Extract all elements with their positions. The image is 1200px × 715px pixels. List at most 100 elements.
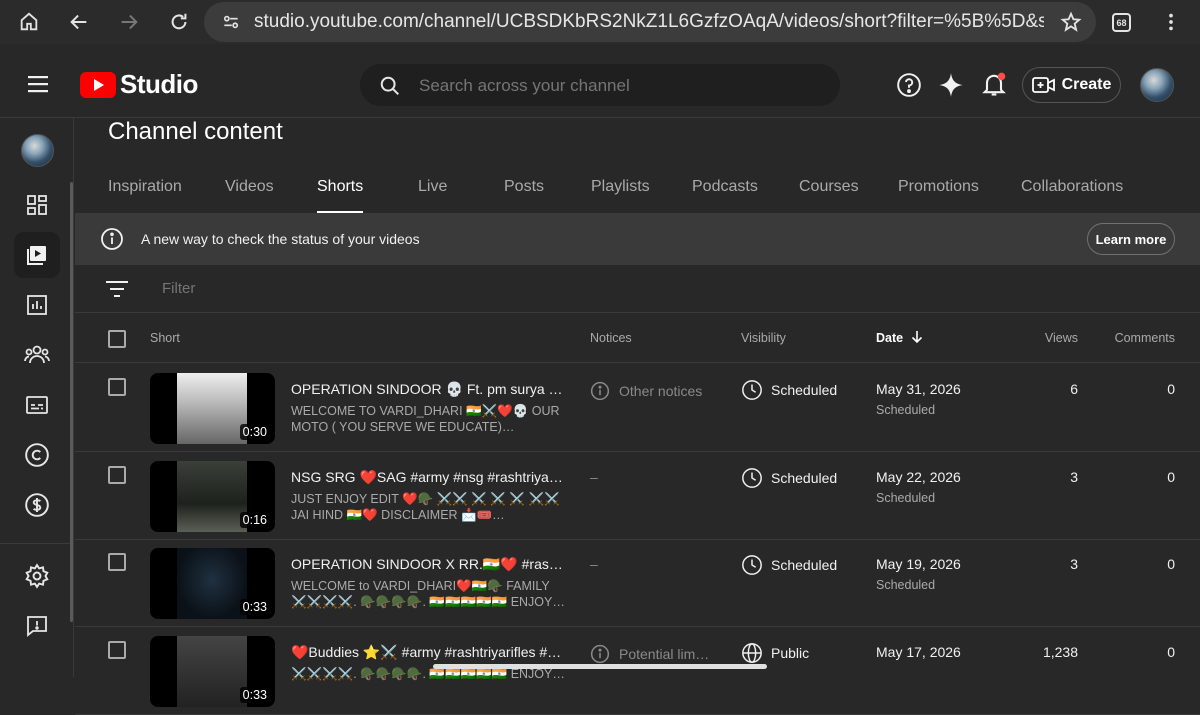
video-duration: 0:33: [239, 686, 270, 703]
menu-icon[interactable]: [28, 74, 50, 99]
video-thumbnail[interactable]: 0:33: [150, 548, 275, 619]
video-title[interactable]: OPERATION SINDOOR 💀 Ft. pm surya yojn…: [291, 381, 566, 398]
video-description: ⚔️⚔️⚔️⚔️. 🪖🪖🪖🪖. 🇮🇳🇮🇳🇮🇳🇮🇳🇮🇳 ENJOY…: [291, 666, 565, 681]
notice-text: Other notices: [619, 383, 703, 399]
header-date[interactable]: Date: [876, 331, 924, 345]
sidebar-item-analytics[interactable]: [14, 282, 60, 328]
back-arrow-icon[interactable]: [66, 9, 92, 35]
comments-count: 0: [1167, 556, 1175, 572]
video-title[interactable]: ❤️Buddies ⭐⚔️ #army #rashtriyarifles #…: [291, 644, 566, 661]
notice-text: –: [590, 556, 598, 572]
home-icon[interactable]: [16, 9, 42, 35]
account-avatar[interactable]: [1140, 68, 1174, 102]
analytics-icon: [27, 295, 47, 315]
tab-promotions[interactable]: Promotions: [898, 178, 979, 214]
tab-playlists[interactable]: Playlists: [591, 178, 650, 214]
header-notices: Notices: [590, 331, 632, 345]
notice-cell[interactable]: Other notices: [590, 381, 702, 401]
sidebar-item-dashboard[interactable]: [14, 182, 60, 228]
tab-inspiration[interactable]: Inspiration: [108, 178, 182, 214]
visibility-cell[interactable]: Scheduled: [741, 379, 837, 401]
filter-input[interactable]: [162, 280, 361, 297]
video-thumbnail[interactable]: 0:33: [150, 635, 275, 707]
forward-arrow-icon[interactable]: [116, 9, 142, 35]
feedback-icon: [27, 616, 47, 637]
header-comments: Comments: [1114, 331, 1175, 345]
info-icon: [590, 381, 610, 401]
sidebar-scrollbar[interactable]: [70, 182, 73, 622]
studio-header: Studio Create: [0, 52, 1200, 118]
video-thumbnail[interactable]: 0:16: [150, 460, 275, 532]
notice-cell[interactable]: –: [590, 469, 598, 485]
more-vert-icon[interactable]: [1158, 9, 1184, 35]
table-row[interactable]: 0:30 OPERATION SINDOOR 💀 Ft. pm surya yoj…: [75, 364, 1200, 452]
studio-logo[interactable]: Studio: [80, 69, 198, 100]
sidebar: [0, 118, 74, 677]
sidebar-item-settings[interactable]: [14, 553, 60, 599]
sort-arrow-down-icon: [912, 331, 923, 344]
sparkle-icon[interactable]: [938, 72, 964, 103]
tab-switcher-button[interactable]: 68: [1112, 13, 1131, 32]
create-button[interactable]: Create: [1022, 67, 1121, 103]
sidebar-item-subtitles[interactable]: [14, 382, 60, 428]
thumbnail-image: [177, 460, 247, 532]
filter-icon[interactable]: [105, 279, 129, 299]
video-description: JUST ENJOY EDIT ❤️🪖 ⚔️⚔️ ⚔️ ⚔️ ⚔️ ⚔️⚔️ J…: [291, 491, 560, 522]
notice-cell[interactable]: –: [590, 556, 598, 572]
sidebar-divider: [0, 543, 74, 544]
video-title[interactable]: NSG SRG ❤️SAG #army #nsg #rashtriyarifl…: [291, 469, 566, 486]
sidebar-item-feedback[interactable]: [14, 603, 60, 649]
table-row[interactable]: 0:16 NSG SRG ❤️SAG #army #nsg #rashtriyar…: [75, 452, 1200, 540]
clock-icon: [742, 555, 762, 575]
url-text[interactable]: studio.youtube.com/channel/UCBSDKbRS2NkZ…: [254, 11, 1044, 33]
learn-more-button[interactable]: Learn more: [1087, 223, 1175, 255]
tab-live[interactable]: Live: [418, 178, 447, 214]
tab-videos[interactable]: Videos: [225, 178, 274, 214]
table-row[interactable]: 0:33 OPERATION SINDOOR X RR.🇮🇳❤️ #rashtri…: [75, 539, 1200, 627]
table-row[interactable]: 0:33 ❤️Buddies ⭐⚔️ #army #rashtriyarifles…: [75, 627, 1200, 715]
search-input[interactable]: [419, 76, 819, 96]
visibility-cell[interactable]: Public: [741, 642, 809, 664]
tab-posts[interactable]: Posts: [504, 178, 544, 214]
browser-toolbar: studio.youtube.com/channel/UCBSDKbRS2NkZ…: [0, 0, 1200, 44]
address-bar[interactable]: studio.youtube.com/channel/UCBSDKbRS2NkZ…: [204, 2, 1096, 42]
table-header: Short Notices Visibility Date Views Comm…: [75, 314, 1200, 363]
reload-icon[interactable]: [166, 9, 192, 35]
header-views: Views: [1044, 331, 1078, 345]
site-settings-icon[interactable]: [218, 9, 244, 35]
row-checkbox[interactable]: [108, 378, 126, 396]
row-checkbox[interactable]: [108, 553, 126, 571]
help-icon[interactable]: [896, 72, 922, 103]
visibility-cell[interactable]: Scheduled: [741, 554, 837, 576]
sidebar-item-copyright[interactable]: [14, 432, 60, 478]
video-thumbnail[interactable]: 0:30: [150, 373, 275, 444]
dollar-icon: [25, 493, 49, 517]
notifications-bell-icon[interactable]: [980, 70, 1008, 103]
row-checkbox[interactable]: [108, 465, 126, 484]
thumbnail-image: [177, 635, 247, 707]
search-box[interactable]: [360, 64, 840, 106]
sidebar-item-content[interactable]: [14, 232, 60, 278]
comments-count: 0: [1167, 468, 1175, 485]
video-title[interactable]: OPERATION SINDOOR X RR.🇮🇳❤️ #rashtriy…: [291, 556, 566, 573]
select-all-checkbox[interactable]: [108, 330, 126, 348]
info-banner: A new way to check the status of your vi…: [75, 213, 1200, 265]
sidebar-item-earn[interactable]: [14, 482, 60, 528]
row-checkbox[interactable]: [108, 640, 126, 659]
channel-avatar[interactable]: [21, 134, 54, 167]
bookmark-star-icon[interactable]: [1058, 9, 1084, 35]
tab-shorts[interactable]: Shorts: [317, 178, 364, 214]
notice-cell[interactable]: Potential lim…: [590, 644, 709, 664]
views-count: 3: [1070, 468, 1078, 485]
visibility-cell[interactable]: Scheduled: [741, 467, 837, 489]
views-count: 3: [1070, 556, 1078, 572]
community-icon: [24, 345, 50, 364]
content-icon: [27, 246, 46, 265]
tab-collaborations[interactable]: Collaborations: [1021, 178, 1123, 214]
header-date-label: Date: [876, 331, 904, 345]
date-status: Scheduled: [876, 578, 936, 592]
tab-podcasts[interactable]: Podcasts: [692, 178, 758, 214]
sidebar-item-community[interactable]: [14, 332, 60, 378]
create-label: Create: [1061, 76, 1112, 93]
tab-courses[interactable]: Courses: [799, 178, 859, 214]
